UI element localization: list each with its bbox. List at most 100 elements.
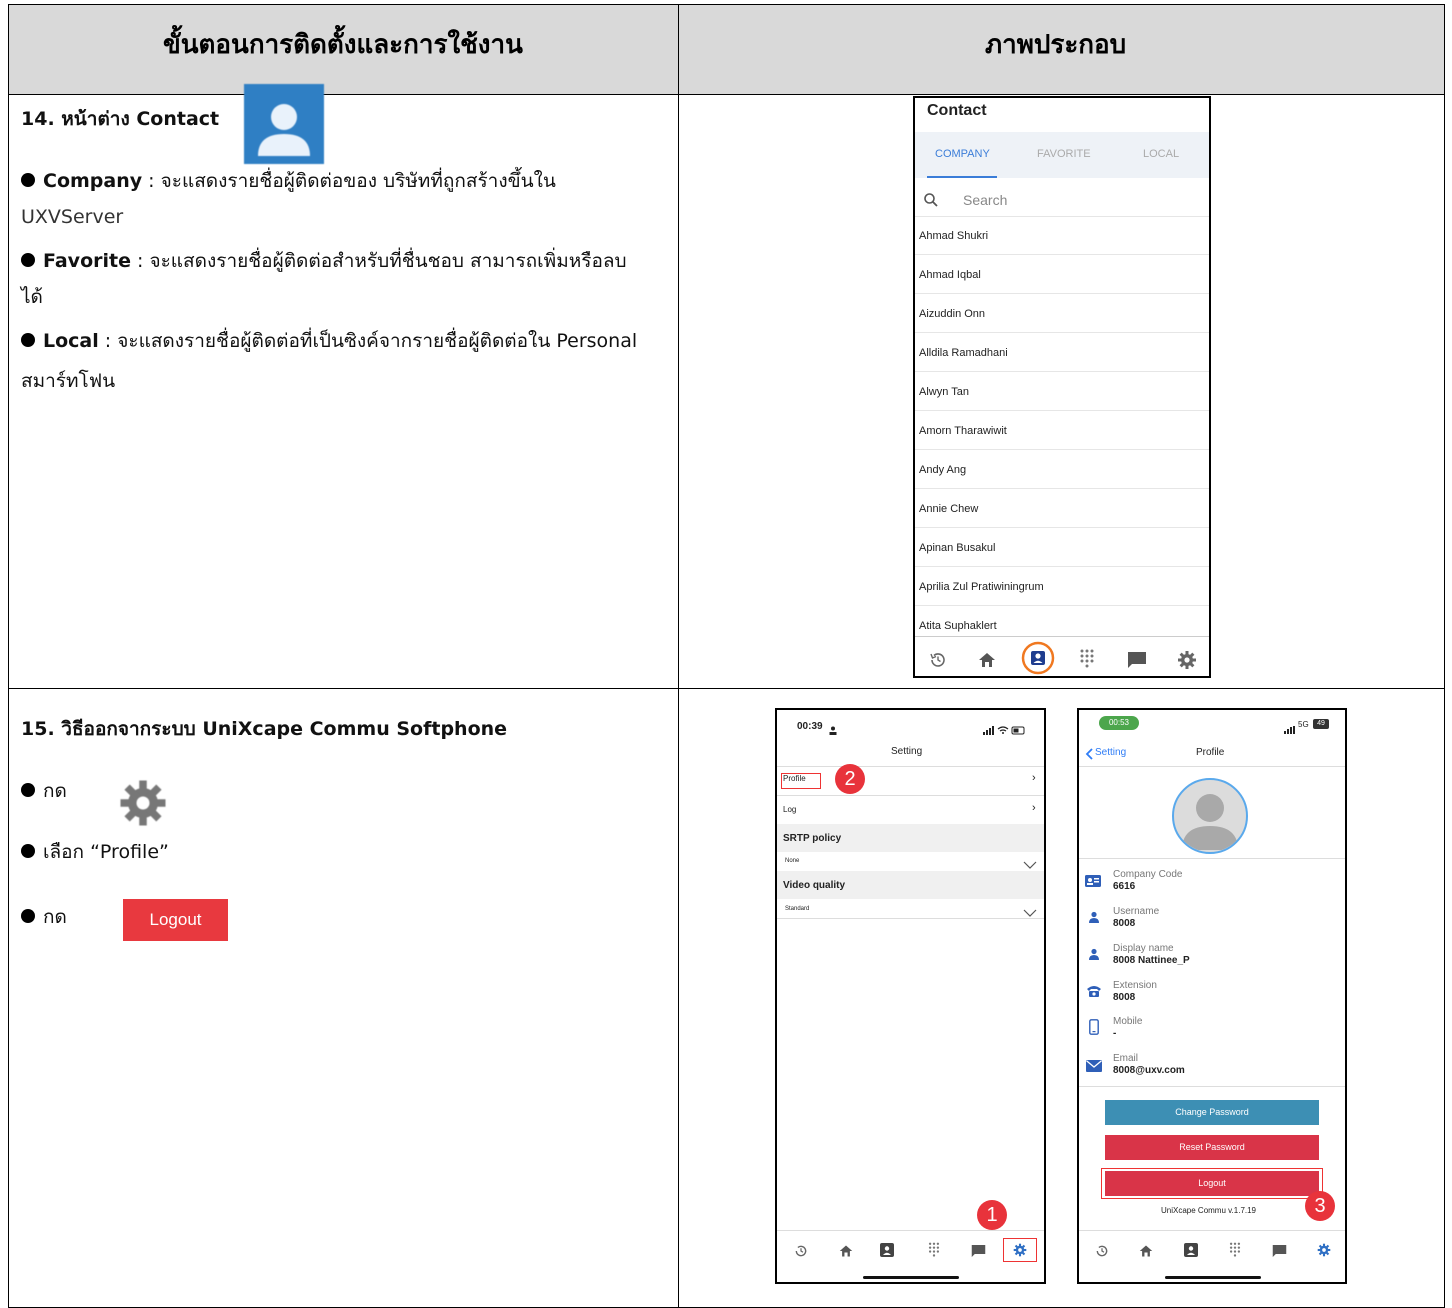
- chat-icon[interactable]: [1127, 651, 1147, 674]
- contact-item[interactable]: Amorn Tharawiwit: [919, 425, 1007, 437]
- contact-item[interactable]: Ahmad Shukri: [919, 230, 988, 242]
- bullet-favorite: Favorite : จะแสดงรายชื่อผู้ติดต่อสำหรับท…: [21, 246, 627, 276]
- home-indicator: [1165, 1276, 1261, 1279]
- contact-item[interactable]: Apinan Busakul: [919, 542, 995, 554]
- setting-screenshot: 00:39 Setting Profile › 2 Log › SRTP pol…: [775, 708, 1046, 1284]
- separator: [777, 766, 1044, 767]
- field-label: Display name: [1113, 943, 1174, 954]
- bullet-dot: [21, 332, 35, 347]
- chevron-down-icon[interactable]: [1023, 904, 1037, 922]
- status-time: 00:39: [797, 721, 823, 732]
- separator: [1079, 1230, 1345, 1231]
- home-indicator: [863, 1276, 959, 1279]
- contacts-nav-icon[interactable]: [1021, 641, 1055, 676]
- separator: [915, 488, 1209, 489]
- contact-item[interactable]: Aprilia Zul Pratiwiningrum: [919, 581, 1044, 593]
- gear-icon[interactable]: [1177, 650, 1197, 675]
- chevron-left-icon[interactable]: [1085, 747, 1093, 765]
- history-icon[interactable]: [794, 1244, 808, 1263]
- field-label: Email: [1113, 1053, 1139, 1064]
- history-icon[interactable]: [1095, 1244, 1109, 1263]
- separator: [915, 293, 1209, 294]
- bullet-company-cont: UXVServer: [21, 206, 124, 228]
- dialpad-icon[interactable]: [1228, 1241, 1242, 1264]
- gear-icon: [118, 778, 168, 832]
- back-button[interactable]: Setting: [1095, 747, 1126, 758]
- reset-password-button[interactable]: Reset Password: [1105, 1135, 1319, 1160]
- separator: [915, 410, 1209, 411]
- gear-icon[interactable]: [1317, 1243, 1331, 1262]
- bullet-favorite-cont: ได้: [21, 286, 43, 308]
- log-item[interactable]: Log: [783, 805, 796, 814]
- contacts-nav-icon[interactable]: [880, 1243, 894, 1262]
- step-press-gear: กด: [21, 776, 67, 806]
- tab-company-underline: [927, 176, 997, 178]
- person-icon: [1088, 947, 1100, 965]
- history-icon[interactable]: [929, 651, 947, 674]
- id-card-icon: [1085, 874, 1101, 892]
- field-value: 8008: [1113, 918, 1136, 929]
- step-select-profile: เลือก “Profile”: [21, 837, 169, 867]
- avatar: [1172, 778, 1248, 854]
- separator: [915, 371, 1209, 372]
- chat-icon[interactable]: [971, 1244, 986, 1263]
- header-illustration: ภาพประกอบ: [985, 30, 1127, 60]
- bullet-company: Company : จะแสดงรายชื่อผู้ติดต่อของ บริษ…: [21, 166, 556, 196]
- separator: [915, 605, 1209, 606]
- tab-favorite[interactable]: FAVORITE: [1037, 148, 1091, 160]
- logout-button[interactable]: Logout: [1105, 1171, 1319, 1196]
- contact-title: Contact: [927, 102, 987, 119]
- bullet-dot: [21, 782, 35, 797]
- home-icon[interactable]: [1139, 1244, 1153, 1263]
- contact-item[interactable]: Ahmad Iqbal: [919, 269, 981, 281]
- status-time-pill: 00:53: [1099, 716, 1139, 730]
- contact-item[interactable]: Aizuddin Onn: [919, 308, 985, 320]
- search-input[interactable]: Search: [963, 192, 1007, 208]
- profile-title: Profile: [1196, 747, 1225, 758]
- gear-icon[interactable]: [1013, 1243, 1027, 1262]
- separator: [777, 795, 1044, 796]
- contact-screenshot: Contact COMPANY FAVORITE LOCAL Search Ah…: [913, 96, 1211, 678]
- step-badge-3: 3: [1305, 1191, 1335, 1221]
- contact-item[interactable]: Andy Ang: [919, 464, 966, 476]
- dialpad-icon[interactable]: [1078, 648, 1096, 675]
- change-password-button[interactable]: Change Password: [1105, 1100, 1319, 1125]
- field-value: -: [1113, 1028, 1117, 1039]
- home-icon[interactable]: [839, 1244, 853, 1263]
- person-icon: [1088, 910, 1100, 928]
- tab-company[interactable]: COMPANY: [935, 148, 990, 160]
- video-value[interactable]: Standard: [785, 906, 809, 912]
- chevron-right-icon: ›: [1032, 802, 1036, 814]
- separator: [1079, 858, 1345, 859]
- section14-title: 14. หน้าต่าง Contact: [21, 108, 220, 130]
- separator: [915, 332, 1209, 333]
- contacts-nav-icon[interactable]: [1184, 1243, 1198, 1262]
- field-value: 6616: [1113, 881, 1136, 892]
- field-value: 8008@uxv.com: [1113, 1065, 1185, 1076]
- step-badge-2: 2: [835, 764, 865, 794]
- dialpad-icon[interactable]: [927, 1241, 941, 1264]
- header-steps: ขั้นตอนการติดตั้งและการใช้งาน: [163, 30, 523, 60]
- chevron-right-icon: ›: [1032, 772, 1036, 784]
- version-label: UniXcape Commu v.1.7.19: [1161, 1206, 1257, 1215]
- srtp-header: SRTP policy: [783, 833, 842, 844]
- signal-icon: [983, 722, 1031, 740]
- home-icon[interactable]: [978, 651, 996, 674]
- bullet-dot: [21, 908, 35, 923]
- mail-icon: [1086, 1059, 1102, 1077]
- logout-button-sample: Logout: [123, 899, 228, 941]
- status-network: 5G: [1298, 720, 1309, 729]
- separator: [777, 1230, 1044, 1231]
- step-badge-1: 1: [977, 1200, 1007, 1230]
- bullet-local-cont: สมาร์ทโฟน: [21, 370, 116, 392]
- contact-item[interactable]: Alwyn Tan: [919, 386, 969, 398]
- separator: [915, 449, 1209, 450]
- chat-icon[interactable]: [1272, 1244, 1287, 1263]
- tab-local[interactable]: LOCAL: [1143, 148, 1179, 160]
- bullet-dot: [21, 172, 35, 187]
- contact-item[interactable]: Annie Chew: [919, 503, 978, 515]
- contact-item[interactable]: Atita Suphaklert: [919, 620, 997, 632]
- srtp-value[interactable]: None: [785, 858, 799, 864]
- separator: [777, 918, 1044, 919]
- contact-item[interactable]: Alldila Ramadhani: [919, 347, 1008, 359]
